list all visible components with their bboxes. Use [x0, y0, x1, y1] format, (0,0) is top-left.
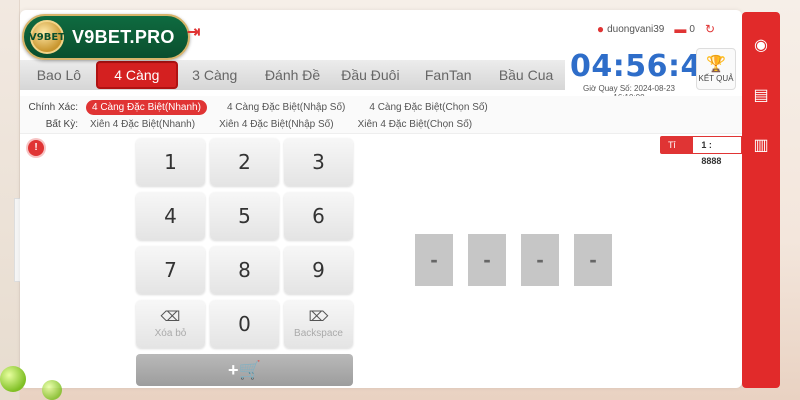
info-icon[interactable]: ! [28, 140, 44, 156]
game-tabs: Bao Lô 4 Càng 3 Càng Đánh Đề Đầu Đuôi Fa… [20, 60, 565, 90]
username: duongvani39 [607, 23, 665, 35]
user-bar: ● duongvani39 ▬ 0 ↻ [597, 22, 718, 36]
bet-type-options: Chính Xác: 4 Càng Đặc Biệt(Nhanh) 4 Càng… [20, 96, 742, 134]
key-7[interactable]: 7 [136, 246, 205, 294]
number-slot: - [468, 234, 506, 286]
results-button[interactable]: 🏆 KẾT QUẢ [696, 48, 736, 90]
option-xien-4-chon-so[interactable]: Xiên 4 Đặc Biệt(Chọn Số) [354, 118, 477, 131]
decorative-ball [0, 366, 26, 392]
balance: 0 [689, 23, 695, 35]
brand-badge: V9BET V9BET.PRO [22, 14, 190, 60]
eraser-icon: ⌫ [160, 308, 181, 325]
key-6[interactable]: 6 [284, 192, 353, 240]
brand-logo: V9BET [29, 20, 65, 54]
tab-dau-duoi[interactable]: Đầu Đuôi [331, 60, 409, 90]
tab-bao-lo[interactable]: Bao Lô [20, 60, 98, 90]
decorative-ball [42, 380, 62, 400]
add-to-cart-button[interactable]: +🛒 [136, 354, 353, 386]
any-label: Bất Kỳ: [45, 118, 78, 130]
key-0[interactable]: 0 [210, 300, 279, 348]
any-options-row: Bất Kỳ: Xiên 4 Đặc Biệt(Nhanh) Xiên 4 Đặ… [20, 116, 492, 132]
number-keypad: 1 2 3 4 5 6 7 8 9 ⌫ Xóa bỏ 0 ⌦ Backspace [136, 138, 353, 352]
cart-icon: +🛒 [228, 359, 261, 380]
brand-name: V9BET.PRO [72, 26, 175, 47]
tab-3-cang[interactable]: 3 Càng [176, 60, 254, 90]
exact-label: Chính Xác: [28, 101, 78, 113]
refresh-icon: ↻ [704, 22, 715, 36]
exact-options-row: Chính Xác: 4 Càng Đặc Biệt(Nhanh) 4 Càng… [20, 99, 508, 115]
countdown-timer: 04:56:46 [570, 49, 724, 84]
user-info[interactable]: ● duongvani39 [597, 22, 665, 36]
clear-button[interactable]: ⌫ Xóa bỏ [136, 300, 205, 348]
countdown-box: 04:56:46 Giờ Quay Số: 2024-08-23 16:10:0… [570, 49, 724, 103]
user-icon: ● [596, 22, 605, 36]
key-2[interactable]: 2 [210, 138, 279, 186]
option-4-cang-nhap-so[interactable]: 4 Càng Đặc Biệt(Nhập Số) [223, 101, 349, 114]
refresh-button[interactable]: ↻ [705, 22, 718, 36]
clear-label: Xóa bỏ [154, 327, 187, 339]
right-sidebar: ◉ ▤ ▥ [742, 12, 780, 388]
tab-fantan[interactable]: FanTan [409, 60, 487, 90]
key-9[interactable]: 9 [284, 246, 353, 294]
option-4-cang-nhanh[interactable]: 4 Càng Đặc Biệt(Nhanh) [86, 99, 207, 115]
backspace-button[interactable]: ⌦ Backspace [284, 300, 353, 348]
tab-4-cang[interactable]: 4 Càng [97, 63, 176, 87]
backspace-icon: ⌦ [308, 308, 329, 325]
option-4-cang-chon-so[interactable]: 4 Càng Đặc Biệt(Chọn Số) [365, 101, 491, 114]
odds-display: Tỉ lệ 1 : 8888 [660, 136, 742, 168]
results-button-label: KẾT QUẢ [698, 73, 734, 83]
key-3[interactable]: 3 [284, 138, 353, 186]
odds-label: Tỉ lệ [660, 136, 693, 168]
tab-bau-cua[interactable]: Bầu Cua [487, 60, 565, 90]
number-slot: - [415, 234, 453, 286]
wallet-icon: ▬ [674, 22, 687, 36]
option-xien-4-nhanh[interactable]: Xiên 4 Đặc Biệt(Nhanh) [86, 118, 199, 131]
number-slot: - [574, 234, 612, 286]
key-4[interactable]: 4 [136, 192, 205, 240]
lottery-panel: ⇥ ● duongvani39 ▬ 0 ↻ Bao Lô 4 Càng 3 Cà… [20, 10, 742, 388]
key-5[interactable]: 5 [210, 192, 279, 240]
number-slots: - - - - [415, 234, 612, 286]
odds-value: 1 : 8888 [692, 136, 742, 166]
key-1[interactable]: 1 [136, 138, 205, 186]
document-icon[interactable]: ▤ [751, 84, 771, 106]
trophy-icon: 🏆 [706, 55, 726, 73]
backspace-label: Backspace [294, 327, 343, 339]
globe-icon[interactable]: ◉ [751, 34, 771, 56]
wallet-info: ▬ 0 [674, 22, 695, 36]
key-8[interactable]: 8 [210, 246, 279, 294]
tab-danh-de[interactable]: Đánh Đề [254, 60, 332, 90]
exit-icon[interactable]: ⇥ [187, 22, 200, 42]
number-slot: - [521, 234, 559, 286]
book-icon[interactable]: ▥ [751, 134, 771, 156]
option-xien-4-nhap-so[interactable]: Xiên 4 Đặc Biệt(Nhập Số) [215, 118, 338, 131]
